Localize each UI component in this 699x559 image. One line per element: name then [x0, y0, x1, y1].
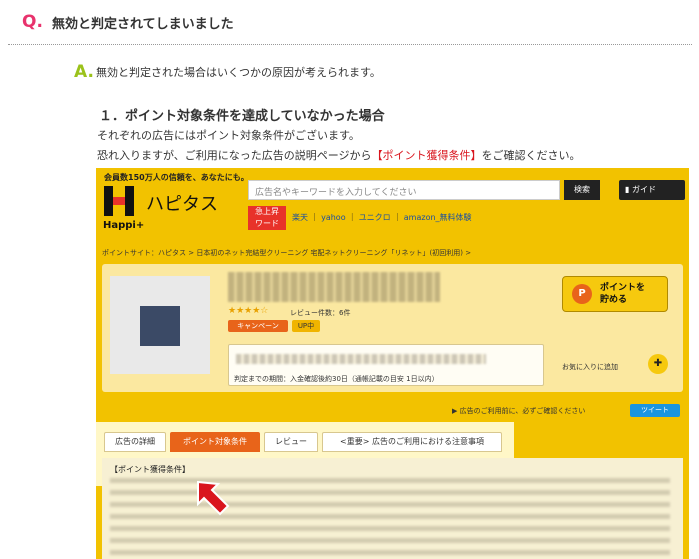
section-line-1: それぞれの広告にはポイント対象条件がございます。 [97, 129, 360, 142]
ad-logo-image [140, 306, 180, 346]
trending-link: ユニクロ [358, 213, 391, 222]
guide-button-label: ガイド [631, 185, 656, 194]
up-tag: UP中 [292, 320, 320, 332]
judgement-period: 判定までの期間：入金確認後約30日（通帳記載の目安 1日以内） [234, 375, 439, 383]
pointer-arrow-icon [197, 480, 230, 516]
notice-link: ▶ 広告のご利用前に、必ずご確認ください [452, 407, 586, 415]
campaign-tag: キャンペーン [228, 320, 288, 332]
earn-points-label-line-2: 貯める [600, 295, 628, 305]
point-conditions-heading: 【ポイント獲得条件】 [110, 465, 190, 474]
happi-logo-icon [104, 186, 134, 216]
rating-stars: ★★★★☆ [228, 306, 269, 316]
favorite-label: お気に入りに追加 [562, 363, 618, 371]
trending-link: amazon_無料体験 [403, 213, 472, 222]
question-row: Q. 無効と判定されてしまいました [22, 12, 234, 32]
favorite-add-icon: ✚ [648, 354, 668, 374]
site-search-input: 広告名やキーワードを入力してください [248, 180, 560, 200]
site-search-button: 検索 [564, 180, 600, 200]
tab-point-conditions: ポイント対象条件 [170, 432, 260, 452]
book-icon: ▮ [625, 185, 632, 194]
section-title: １．ポイント対象条件を達成していなかった場合 [99, 109, 385, 124]
answer-text: 無効と判定された場合はいくつかの原因が考えられます。 [96, 66, 381, 79]
review-count: レビュー件数：6件 [290, 309, 351, 317]
trending-badge-line-1: 急上昇 [255, 207, 279, 216]
blurred-ad-title [228, 272, 440, 302]
section-line-2-pre: 恐れ入りますが、ご利用になった広告の説明ページから [97, 149, 372, 162]
section-line-2-post: をご確認ください。 [481, 149, 581, 162]
earn-points-label: ポイントを 貯める [600, 282, 645, 306]
tab-ad-details: 広告の詳細 [104, 432, 166, 452]
example-screenshot: 会員数150万人の信頼を、あなたにも。 Happi+ ハピタス 広告名やキーワー… [96, 168, 689, 559]
tweet-button: ツイート [630, 404, 680, 417]
logo-subtext: Happi+ [103, 220, 145, 231]
answer-mark: A. [74, 62, 94, 82]
answer-row: A. 無効と判定された場合はいくつかの原因が考えられます。 [74, 62, 381, 82]
dotted-divider [8, 44, 692, 45]
trending-badge-line-2: ワード [255, 219, 279, 228]
trending-link: yahoo [321, 213, 346, 222]
trending-links: 楽天 ｜ yahoo ｜ ユニクロ ｜ amazon_無料体験 [292, 213, 472, 222]
logo-name: ハピタス [146, 194, 218, 215]
tab-important-notes: <重要> 広告のご利用における注意事項 [322, 432, 502, 452]
section-line-2: 恐れ入りますが、ご利用になった広告の説明ページから【ポイント獲得条件】をご確認く… [97, 147, 581, 163]
ad-thumbnail [110, 276, 210, 374]
trending-badge: 急上昇 ワード [248, 206, 286, 230]
trending-link: 楽天 [292, 213, 308, 222]
point-p-icon: P [572, 284, 592, 304]
question-mark: Q. [22, 12, 43, 32]
blurred-point-info [236, 354, 486, 364]
question-text: 無効と判定されてしまいました [52, 16, 234, 32]
guide-button: ▮ ガイド [619, 180, 685, 200]
point-condition-emphasis: 【ポイント獲得条件】 [371, 149, 482, 162]
breadcrumb: ポイントサイト：ハピタス > 日本初のネット完結型クリーニング 宅配ネットクリー… [102, 249, 472, 257]
site-tagline: 会員数150万人の信頼を、あなたにも。 [104, 173, 249, 182]
earn-points-label-line-1: ポイントを [600, 283, 646, 293]
tab-reviews: レビュー [264, 432, 318, 452]
